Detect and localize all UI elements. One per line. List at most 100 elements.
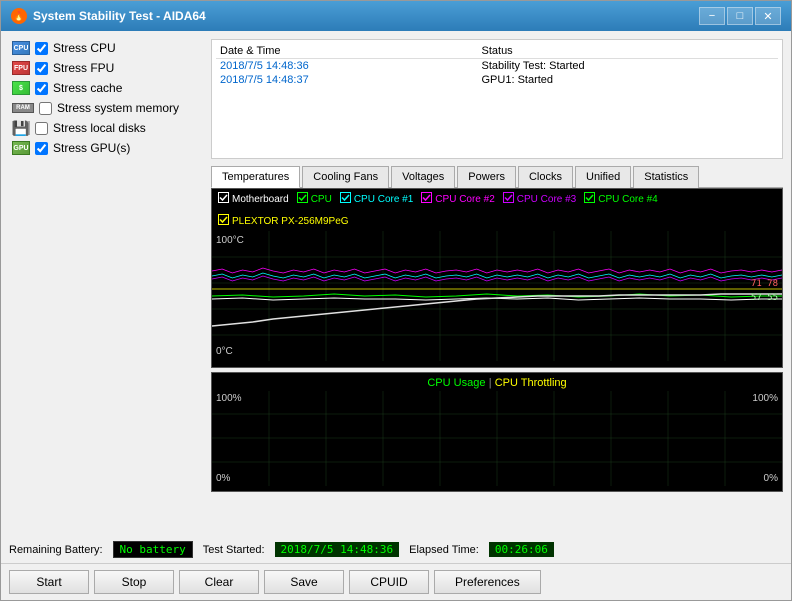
legend-label: CPU Core #4 [598,194,657,205]
tab-unified[interactable]: Unified [575,166,631,188]
log-col-status: Status [478,44,779,59]
legend-item-cpu: CPU [297,192,332,206]
clear-button[interactable]: Clear [179,570,259,594]
stress-cpu-checkbox[interactable] [35,42,48,55]
log-row: 2018/7/5 14:48:36Stability Test: Started [216,59,778,74]
legend-label: PLEXTOR PX-256M9PeG [232,216,349,227]
memory-icon: RAM [12,103,34,113]
stress-cpu-label: Stress CPU [53,41,116,55]
temp-chart-svg [212,231,782,361]
stress-cache-checkbox[interactable] [35,82,48,95]
legend-item-cpu-core-#1: CPU Core #1 [340,192,413,206]
charts-area: Motherboard CPU CPU Core #1 CPU Core #2 CPU … [211,188,783,528]
start-button[interactable]: Start [9,570,89,594]
tab-voltages[interactable]: Voltages [391,166,455,188]
legend-checkbox-icon [584,192,595,206]
log-row: 2018/7/5 14:48:37GPU1: Started [216,73,778,87]
stress-cache-label: Stress cache [53,81,122,95]
legend-item-cpu-core-#3: CPU Core #3 [503,192,576,206]
tab-clocks[interactable]: Clocks [518,166,573,188]
stress-memory-item: RAM Stress system memory [9,99,203,117]
log-row-status: Stability Test: Started [478,59,779,74]
content-area: CPU Stress CPU FPU Stress FPU $ Stress c… [1,31,791,536]
battery-value: No battery [113,541,193,558]
tabs-container: TemperaturesCooling FansVoltagesPowersCl… [211,165,783,188]
cache-icon: $ [12,81,30,95]
cpu-usage-title: CPU Usage [427,377,485,389]
stress-memory-checkbox[interactable] [39,102,52,115]
log-row-status: GPU1: Started [478,73,779,87]
stress-gpu-item: GPU Stress GPU(s) [9,139,203,157]
disk-icon: 💾 [12,121,30,135]
elapsed-label: Elapsed Time: [409,544,479,556]
tab-temperatures[interactable]: Temperatures [211,166,300,188]
legend-label: CPU Core #1 [354,194,413,205]
title-bar-left: 🔥 System Stability Test - AIDA64 [11,8,206,24]
legend-checkbox-icon [421,192,432,206]
test-started-value: 2018/7/5 14:48:36 [275,542,400,557]
bottom-chart-title: CPU Usage | CPU Throttling [212,373,782,391]
tab-powers[interactable]: Powers [457,166,516,188]
cpu-chart-body: 100% 0% 100% 0% [212,391,782,486]
chart-legend-top: Motherboard CPU CPU Core #1 CPU Core #2 CPU … [212,189,782,231]
tab-statistics[interactable]: Statistics [633,166,699,188]
log-col-datetime: Date & Time [216,44,478,59]
stress-disk-checkbox[interactable] [35,122,48,135]
save-button[interactable]: Save [264,570,344,594]
cpu-usage-chart: CPU Usage | CPU Throttling 100% 0% 100% … [211,372,783,492]
stop-button[interactable]: Stop [94,570,174,594]
legend-checkbox-icon [297,192,308,206]
close-button[interactable]: ✕ [755,7,781,25]
stress-fpu-label: Stress FPU [53,61,114,75]
gpu-icon: GPU [12,141,30,155]
cpuid-button[interactable]: CPUID [349,570,429,594]
legend-item-cpu-core-#4: CPU Core #4 [584,192,657,206]
left-panel: CPU Stress CPU FPU Stress FPU $ Stress c… [1,31,211,536]
log-table: Date & Time Status 2018/7/5 14:48:36Stab… [216,44,778,87]
temp-y-bottom: 0°C [216,346,233,357]
stress-fpu-item: FPU Stress FPU [9,59,203,77]
elapsed-value: 00:26:06 [489,542,554,557]
maximize-button[interactable]: □ [727,7,753,25]
cpu-icon: CPU [12,41,30,55]
app-icon: 🔥 [11,8,27,24]
log-row-date: 2018/7/5 14:48:37 [216,73,478,87]
main-window: 🔥 System Stability Test - AIDA64 − □ ✕ C… [0,0,792,601]
legend-item-cpu-core-#2: CPU Core #2 [421,192,494,206]
temp-values-right: 71 78 57 55 [751,277,778,306]
preferences-button[interactable]: Preferences [434,570,541,594]
title-bar-controls: − □ ✕ [699,7,781,25]
cpu-y-bottom-right: 0% [764,473,778,484]
cpu-y-top-left: 100% [216,393,242,404]
title-bar: 🔥 System Stability Test - AIDA64 − □ ✕ [1,1,791,31]
log-row-date: 2018/7/5 14:48:36 [216,59,478,74]
stress-fpu-checkbox[interactable] [35,62,48,75]
fpu-icon: FPU [12,61,30,75]
tab-cooling-fans[interactable]: Cooling Fans [302,166,389,188]
stress-memory-label: Stress system memory [57,101,179,115]
legend-checkbox-icon [503,192,514,206]
status-bar: Remaining Battery: No battery Test Start… [1,536,791,563]
legend-checkbox-icon [340,192,351,206]
stress-gpu-checkbox[interactable] [35,142,48,155]
legend-label: Motherboard [232,194,289,205]
window-title: System Stability Test - AIDA64 [33,9,206,23]
legend-label: CPU Core #2 [435,194,494,205]
legend-checkbox-icon [218,192,229,206]
legend-label: CPU Core #3 [517,194,576,205]
legend-label: CPU [311,194,332,205]
tabs-header: TemperaturesCooling FansVoltagesPowersCl… [211,165,783,188]
stress-disk-label: Stress local disks [53,121,146,135]
minimize-button[interactable]: − [699,7,725,25]
cpu-throttling-title: CPU Throttling [495,377,567,389]
temperature-chart: Motherboard CPU CPU Core #1 CPU Core #2 CPU … [211,188,783,368]
battery-label: Remaining Battery: [9,544,103,556]
stress-disk-item: 💾 Stress local disks [9,119,203,137]
temp-y-top: 100°C [216,235,244,246]
test-started-label: Test Started: [203,544,265,556]
cpu-y-bottom-left: 0% [216,473,230,484]
stress-cpu-item: CPU Stress CPU [9,39,203,57]
stress-cache-item: $ Stress cache [9,79,203,97]
log-area: Date & Time Status 2018/7/5 14:48:36Stab… [211,39,783,159]
temp-chart-body: 100°C 0°C [212,231,782,361]
